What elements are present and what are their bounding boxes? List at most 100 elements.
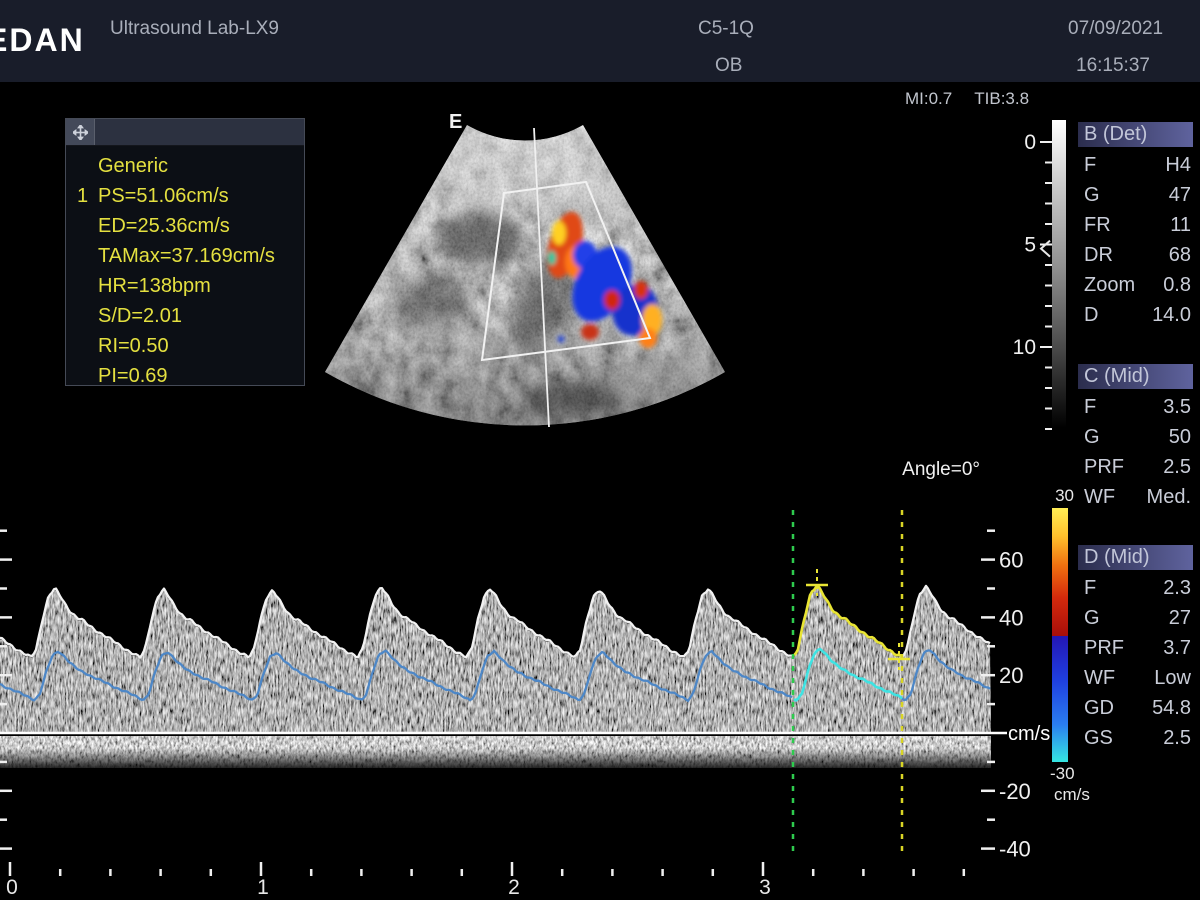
focus-marker[interactable] (1041, 241, 1050, 257)
param-label: PRF (1084, 452, 1124, 482)
param-row: Zoom 0.8 (1078, 270, 1193, 300)
time-label: 2 (508, 876, 520, 899)
param-row: F 3.5 (1078, 392, 1193, 422)
param-label: FR (1084, 210, 1111, 240)
param-row: F H4 (1078, 150, 1193, 180)
measurement-row: S/D=2.01 (66, 301, 304, 331)
param-row: GS 2.5 (1078, 723, 1193, 753)
param-value: Med. (1147, 482, 1191, 512)
param-label: G (1084, 180, 1100, 210)
date-label: 07/09/2021 (1068, 18, 1163, 40)
param-row: G 47 (1078, 180, 1193, 210)
param-row: D 14.0 (1078, 300, 1193, 330)
measurement-row: TAMax=37.169cm/s (66, 241, 304, 271)
param-value: 2.5 (1163, 723, 1191, 753)
velocity-label: 60 (999, 548, 1023, 573)
param-value: 47 (1169, 180, 1191, 210)
param-rows-b: FH4G47FR11DR68Zoom0.8D14.0 (1078, 150, 1193, 330)
measurement-index (66, 241, 98, 271)
measurement-list: Generic1PS=51.06cm/sED=25.36cm/sTAMax=37… (66, 146, 304, 391)
param-group-d: D (Mid) F2.3G27PRF3.7WFLowGD54.8GS2.5 (1078, 545, 1193, 753)
param-row: PRF 3.7 (1078, 633, 1193, 663)
param-value: 0.8 (1163, 270, 1191, 300)
move-handle[interactable] (66, 119, 95, 145)
measurement-index (66, 271, 98, 301)
param-row: PRF 2.5 (1078, 452, 1193, 482)
mi-index: MI:0.7 (905, 89, 952, 108)
param-value: 11 (1170, 210, 1191, 240)
colorbar-min-label: -30 (1050, 764, 1075, 784)
probe-label: C5-1Q (698, 18, 754, 40)
measurement-index (66, 331, 98, 361)
param-value: 50 (1169, 422, 1191, 452)
param-row: F 2.3 (1078, 573, 1193, 603)
param-label: GS (1084, 723, 1113, 753)
param-label: DR (1084, 240, 1113, 270)
measurement-index (66, 151, 98, 181)
param-header-c[interactable]: C (Mid) (1078, 364, 1193, 389)
measurement-text: PI=0.69 (98, 361, 168, 391)
measurement-results-panel[interactable]: Generic1PS=51.06cm/sED=25.36cm/sTAMax=37… (65, 118, 305, 386)
param-value: 27 (1169, 603, 1191, 633)
machine-name: Ultrasound Lab-LX9 (110, 18, 279, 40)
colorbar-positive (1052, 508, 1068, 636)
time-label: 3 (759, 876, 771, 899)
param-value: 2.5 (1163, 452, 1191, 482)
velocity-label: 40 (999, 605, 1023, 630)
measurement-row: 1PS=51.06cm/s (66, 181, 304, 211)
measurement-text: ED=25.36cm/s (98, 211, 230, 241)
depth-label: 0 (1024, 131, 1036, 154)
spectral-display: 604020-20-40cm/s0123 (0, 440, 1050, 900)
measurement-index (66, 361, 98, 391)
param-value: H4 (1165, 150, 1191, 180)
measurement-index: 1 (66, 181, 98, 211)
measurement-row: Generic (66, 151, 304, 181)
measurement-text: RI=0.50 (98, 331, 169, 361)
measurement-text: HR=138bpm (98, 271, 211, 301)
top-status-bar: EDAN Ultrasound Lab-LX9 C5-1Q 07/09/2021… (0, 0, 1200, 82)
measurement-index (66, 301, 98, 331)
param-value: 3.5 (1163, 392, 1191, 422)
spectral-fill (0, 587, 991, 733)
measurement-row: RI=0.50 (66, 331, 304, 361)
brand-logo: EDAN (0, 22, 85, 59)
velocity-unit-label: cm/s (1008, 723, 1050, 745)
param-row: FR 11 (1078, 210, 1193, 240)
param-row: G 50 (1078, 422, 1193, 452)
param-value: 14.0 (1152, 300, 1191, 330)
depth-label: 5 (1024, 234, 1036, 257)
param-label: F (1084, 150, 1096, 180)
measurement-row: ED=25.36cm/s (66, 211, 304, 241)
measurement-text: Generic (98, 151, 168, 181)
noise-fade (0, 748, 991, 774)
measurement-text: PS=51.06cm/s (98, 181, 229, 211)
param-value: 2.3 (1163, 573, 1191, 603)
velocity-label: 20 (999, 663, 1023, 688)
param-header-d[interactable]: D (Mid) (1078, 545, 1193, 570)
colorbar-unit-label: cm/s (1054, 785, 1090, 805)
grayscale-bar (1052, 120, 1066, 428)
param-label: F (1084, 573, 1096, 603)
measurement-index (66, 211, 98, 241)
param-group-b: B (Det) FH4G47FR11DR68Zoom0.8D14.0 (1078, 122, 1193, 330)
time-label: 1 (257, 876, 269, 899)
measurement-text: TAMax=37.169cm/s (98, 241, 275, 271)
param-label: WF (1084, 663, 1115, 693)
param-label: Zoom (1084, 270, 1135, 300)
param-row: G27 (1078, 603, 1193, 633)
param-label: PRF (1084, 633, 1124, 663)
param-row: WF Med. (1078, 482, 1193, 512)
param-rows-c: F 3.5 G 50 PRF 2.5 WF Med. (1078, 392, 1193, 512)
param-label: G (1084, 422, 1100, 452)
param-value: 3.7 (1163, 633, 1191, 663)
param-label: GD (1084, 693, 1114, 723)
measurement-panel-titlebar (66, 119, 304, 146)
param-label: F (1084, 392, 1096, 422)
measurement-row: PI=0.69 (66, 361, 304, 391)
colorbar-negative (1052, 636, 1068, 762)
param-label: WF (1084, 482, 1115, 512)
param-header-b[interactable]: B (Det) (1078, 122, 1193, 147)
param-label: D (1084, 300, 1098, 330)
depth-shading (325, 125, 725, 425)
param-group-c: C (Mid) F 3.5 G 50 PRF 2.5 WF Med. (1078, 364, 1193, 512)
